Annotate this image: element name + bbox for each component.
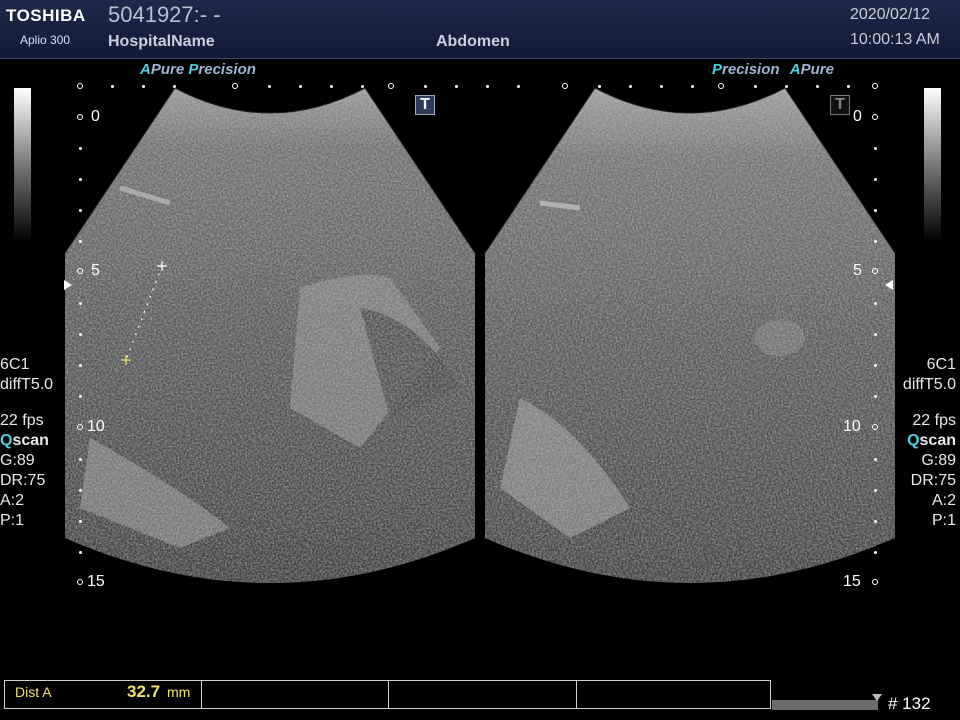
right-transducer-marker: T: [830, 95, 850, 115]
header-bar: TOSHIBA Aplio 300 5041927:- - HospitalNa…: [0, 0, 960, 59]
right-gain: G:89: [921, 452, 956, 469]
right-grayscale-bar: [924, 88, 941, 242]
left-qscan: Qscan: [0, 432, 49, 449]
measurement-cell-empty: [202, 681, 389, 708]
left-grayscale-bar: [14, 88, 31, 242]
left-depth-10: 10: [87, 418, 105, 435]
right-imaging-params: 6C1 diffT5.0 22 fps Qscan G:89 DR:75 A:2…: [903, 355, 956, 531]
patient-id: 5041927:- -: [108, 2, 221, 27]
left-focus-marker-icon[interactable]: [64, 280, 72, 290]
right-sector-svg: [484, 88, 896, 583]
right-probe: 6C1: [926, 356, 956, 373]
right-depth-0: 0: [853, 108, 862, 125]
left-depth-0: 0: [91, 108, 100, 125]
measurement-cell-empty: [389, 681, 577, 708]
cine-frame-slider[interactable]: [772, 700, 878, 710]
exam-preset: Abdomen: [436, 33, 510, 50]
measurement-table: Dist A 32.7 mm: [4, 680, 771, 709]
right-depth-10: 10: [843, 418, 861, 435]
right-dynamic-range: DR:75: [910, 472, 956, 489]
exam-date: 2020/02/12: [850, 6, 931, 23]
left-probe: 6C1: [0, 356, 30, 373]
measurement-cell-dist-a[interactable]: Dist A 32.7 mm: [5, 681, 202, 708]
left-p-value: P:1: [0, 512, 25, 529]
right-precision-label: Precision APure: [712, 61, 834, 78]
right-focus-marker-icon[interactable]: [885, 280, 893, 290]
left-gain: G:89: [0, 452, 35, 469]
measurement-label: Dist A: [15, 684, 52, 700]
right-fps: 22 fps: [912, 412, 956, 429]
measurement-unit: mm: [167, 684, 191, 700]
exam-time: 10:00:13 AM: [850, 31, 940, 48]
right-depth-5: 5: [853, 262, 862, 279]
right-ultrasound-image[interactable]: [480, 88, 900, 588]
left-transducer-marker: T: [415, 95, 435, 115]
left-mode: diffT5.0: [0, 376, 54, 393]
brand-logo: TOSHIBA: [6, 6, 86, 25]
left-fps: 22 fps: [0, 412, 44, 429]
left-ultrasound-image[interactable]: [60, 88, 480, 588]
left-dynamic-range: DR:75: [0, 472, 46, 489]
right-mode: diffT5.0: [902, 376, 956, 393]
left-depth-5: 5: [91, 262, 100, 279]
left-depth-15: 15: [87, 573, 105, 590]
hospital-name: HospitalName: [108, 33, 215, 50]
system-model: Aplio 300: [20, 33, 71, 47]
right-qscan: Qscan: [907, 432, 956, 449]
measurement-cell-empty: [577, 681, 770, 708]
frame-number: # 132: [888, 694, 931, 713]
right-p-value: P:1: [931, 512, 956, 529]
left-precision-label: APure Precision: [140, 61, 256, 78]
right-depth-15: 15: [843, 573, 861, 590]
left-sector-svg: [64, 88, 476, 583]
measurement-value: 32.7: [127, 682, 161, 701]
left-imaging-params: 6C1 diffT5.0 22 fps Qscan G:89 DR:75 A:2…: [0, 355, 53, 531]
cine-position-marker-icon[interactable]: [872, 694, 882, 701]
right-a-value: A:2: [931, 492, 956, 509]
left-a-value: A:2: [0, 492, 25, 509]
